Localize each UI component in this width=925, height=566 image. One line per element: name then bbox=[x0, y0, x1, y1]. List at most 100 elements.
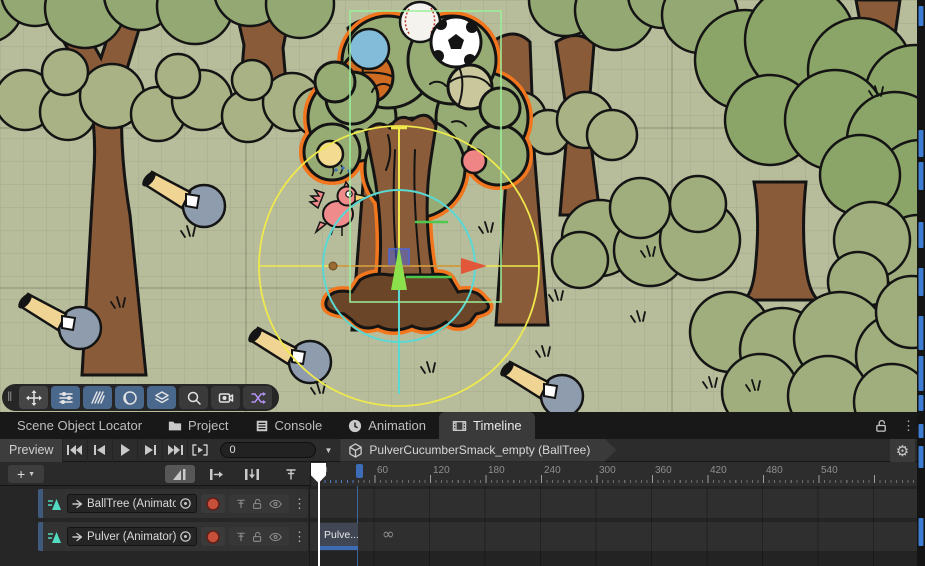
sliders-tool-button[interactable] bbox=[51, 386, 80, 409]
go-to-end-icon bbox=[167, 445, 183, 455]
object-picker-icon[interactable] bbox=[179, 497, 192, 510]
tab-label: Console bbox=[275, 418, 323, 433]
hatch-tool-button[interactable] bbox=[83, 386, 112, 409]
move-tool-button[interactable] bbox=[19, 386, 48, 409]
animation-track-icon bbox=[47, 529, 63, 545]
record-icon bbox=[206, 497, 220, 511]
tab-animation[interactable]: Animation bbox=[335, 412, 439, 439]
caret-down-icon: ▼ bbox=[28, 471, 35, 478]
right-scrollbar[interactable] bbox=[917, 0, 925, 566]
soccer-ball[interactable] bbox=[431, 17, 481, 67]
add-track-button[interactable]: + ▼ bbox=[8, 465, 44, 483]
scene-view[interactable] bbox=[0, 0, 925, 412]
object-picker-icon[interactable] bbox=[179, 530, 192, 543]
filmstrip-icon bbox=[452, 419, 467, 433]
tab-console[interactable]: Console bbox=[242, 412, 336, 439]
track-toggles bbox=[229, 494, 289, 513]
record-button[interactable] bbox=[201, 527, 225, 546]
tab-bar-right-controls: ⋮ bbox=[875, 412, 915, 439]
console-icon bbox=[255, 419, 269, 433]
record-button[interactable] bbox=[201, 494, 225, 513]
tab-scene-object-locator[interactable]: Scene Object Locator bbox=[4, 412, 155, 439]
playhead-line bbox=[318, 481, 320, 566]
toolbar-drag-handle[interactable]: ‖ bbox=[7, 389, 13, 404]
ruler-label: 300 bbox=[599, 465, 616, 476]
play-button[interactable] bbox=[112, 439, 137, 462]
animator-object-field[interactable]: BallTree (Animator) bbox=[67, 494, 197, 513]
layers-icon bbox=[154, 390, 170, 406]
pin-icon bbox=[285, 468, 297, 481]
camera-icon bbox=[218, 390, 234, 406]
ruler-label: 60 bbox=[377, 465, 388, 476]
pin-icon[interactable] bbox=[236, 498, 246, 510]
replace-mode-icon bbox=[244, 468, 260, 481]
preview-toggle-button[interactable]: Preview bbox=[0, 439, 62, 462]
eye-icon[interactable] bbox=[269, 498, 282, 510]
search-icon bbox=[186, 390, 202, 406]
track-accent-bar bbox=[38, 489, 43, 518]
track-toggles bbox=[229, 527, 289, 546]
go-to-start-button[interactable] bbox=[62, 439, 87, 462]
breadcrumb-label: PulverCucumberSmack_empty (BallTree) bbox=[369, 443, 590, 457]
layers-tool-button[interactable] bbox=[147, 386, 176, 409]
replace-mode-button[interactable] bbox=[237, 465, 267, 483]
track-row-pulver[interactable]: Pulver (Animator) ⋮ bbox=[38, 522, 308, 551]
frame-input[interactable] bbox=[220, 442, 316, 458]
shuffle-tool-button[interactable] bbox=[243, 386, 272, 409]
animation-clip[interactable]: Pulve... bbox=[319, 523, 358, 550]
blue-ball[interactable] bbox=[349, 29, 389, 69]
unlock-icon[interactable] bbox=[252, 531, 263, 543]
step-back-button[interactable] bbox=[87, 439, 112, 462]
tab-label: Project bbox=[188, 418, 228, 433]
animator-object-field[interactable]: Pulver (Animator) bbox=[67, 527, 197, 546]
step-back-icon bbox=[93, 445, 107, 455]
eye-icon[interactable] bbox=[269, 531, 282, 543]
tab-timeline[interactable]: Timeline bbox=[439, 412, 535, 439]
mix-mode-button[interactable] bbox=[165, 465, 195, 483]
moon-tool-button[interactable] bbox=[115, 386, 144, 409]
unlock-icon[interactable] bbox=[252, 498, 263, 510]
gear-button[interactable]: ⚙ bbox=[890, 439, 915, 462]
play-range-button[interactable] bbox=[187, 439, 212, 462]
sliders-icon bbox=[58, 390, 74, 406]
preview-label: Preview bbox=[9, 443, 53, 457]
ruler-label: 540 bbox=[821, 465, 838, 476]
track-headers-column: BallTree (Animator) ⋮ bbox=[0, 486, 310, 566]
timeline-end-marker[interactable] bbox=[356, 464, 363, 478]
kebab-menu-icon[interactable]: ⋮ bbox=[293, 497, 306, 510]
timeline-tracks-area: Pulve... ∞ BallTree (Animator) bbox=[0, 486, 925, 566]
kebab-menu-icon[interactable]: ⋮ bbox=[902, 419, 915, 432]
breadcrumb[interactable]: PulverCucumberSmack_empty (BallTree) bbox=[340, 439, 616, 462]
ruler-label: 480 bbox=[766, 465, 783, 476]
tab-bar: Scene Object Locator Project Console Ani… bbox=[0, 412, 925, 439]
pin-icon[interactable] bbox=[236, 531, 246, 543]
ruler-label: 120 bbox=[433, 465, 450, 476]
step-forward-icon bbox=[143, 445, 157, 455]
search-tool-button[interactable] bbox=[179, 386, 208, 409]
tab-project[interactable]: Project bbox=[155, 412, 241, 439]
play-icon bbox=[119, 444, 131, 456]
go-to-start-icon bbox=[67, 445, 83, 455]
go-to-end-button[interactable] bbox=[162, 439, 187, 462]
hold-infinity-icon: ∞ bbox=[382, 525, 395, 543]
animator-icon bbox=[72, 498, 84, 510]
step-forward-button[interactable] bbox=[137, 439, 162, 462]
camera-tool-button[interactable] bbox=[211, 386, 240, 409]
marker-visibility-button[interactable] bbox=[276, 465, 306, 483]
ripple-mode-icon bbox=[208, 468, 224, 481]
kebab-menu-icon[interactable]: ⋮ bbox=[293, 530, 306, 543]
ruler-major-ticks bbox=[319, 475, 917, 483]
gear-icon: ⚙ bbox=[896, 442, 909, 460]
animation-track-icon bbox=[47, 496, 63, 512]
scrollbar-marks bbox=[917, 0, 925, 566]
track-accent-bar bbox=[38, 522, 43, 551]
timeline-content[interactable]: Pulve... ∞ bbox=[310, 486, 917, 566]
dropdown-caret-icon[interactable]: ▼ bbox=[324, 446, 332, 455]
timeline-ruler[interactable]: 0 60 120 180 240 300 360 420 480 540 bbox=[310, 462, 917, 486]
clip-label: Pulve... bbox=[324, 529, 358, 541]
ripple-mode-button[interactable] bbox=[201, 465, 231, 483]
track-row-balltree[interactable]: BallTree (Animator) ⋮ bbox=[38, 489, 308, 518]
unlock-icon[interactable] bbox=[875, 419, 888, 433]
ruler-label: 420 bbox=[710, 465, 727, 476]
ruler-label: 180 bbox=[488, 465, 505, 476]
